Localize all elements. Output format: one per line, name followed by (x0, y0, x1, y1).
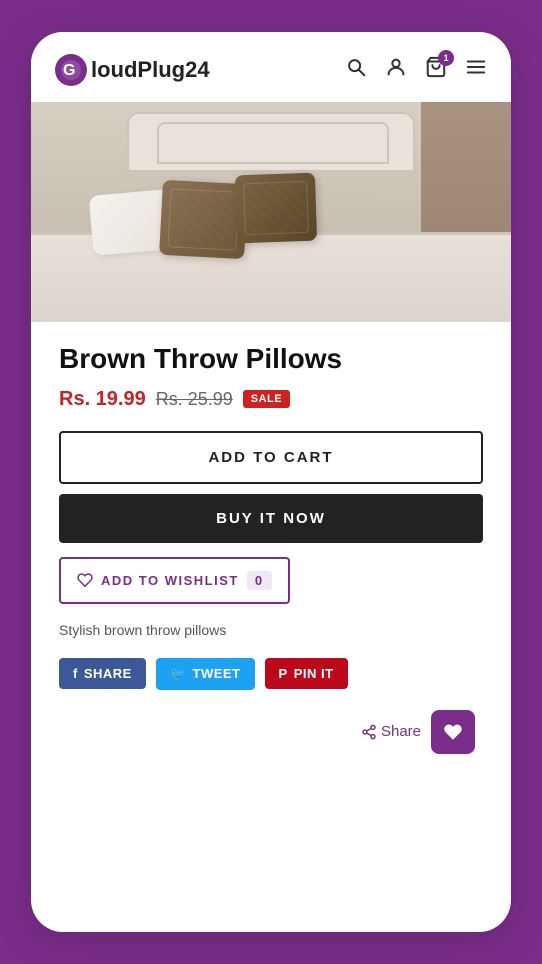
wishlist-count: 0 (247, 571, 272, 590)
phone-card: G loudPlug24 1 (31, 32, 511, 932)
price-original: Rs. 25.99 (156, 389, 233, 410)
price-row: Rs. 19.99 Rs. 25.99 SALE (59, 388, 483, 411)
product-description: Stylish brown throw pillows (59, 622, 483, 638)
menu-icon[interactable] (465, 56, 487, 84)
logo-icon: G (55, 54, 87, 86)
person-icon[interactable] (385, 56, 407, 84)
sale-badge: SALE (243, 390, 290, 408)
share-text: Share (361, 723, 421, 740)
pinterest-icon: P (279, 666, 288, 681)
share-label: Share (381, 723, 421, 740)
product-image (31, 102, 511, 322)
headboard (127, 112, 415, 172)
pillow-brown-2 (235, 173, 317, 244)
bed-scene (31, 102, 511, 322)
buy-it-now-button[interactable]: BUY IT NOW (59, 494, 483, 543)
add-to-wishlist-button[interactable]: ADD TO WISHLIST 0 (59, 557, 290, 604)
facebook-icon: f (73, 666, 78, 681)
pinterest-label: PIN IT (294, 666, 334, 681)
svg-text:G: G (63, 62, 75, 79)
share-pinterest-button[interactable]: P PIN IT (265, 658, 348, 689)
product-info: Brown Throw Pillows Rs. 19.99 Rs. 25.99 … (31, 322, 511, 754)
product-title: Brown Throw Pillows (59, 342, 483, 376)
bottom-share-row: Share (59, 710, 483, 754)
header-icons: 1 (345, 56, 487, 84)
price-current: Rs. 19.99 (59, 388, 146, 411)
logo-text: loudPlug24 (91, 57, 210, 83)
product-image-placeholder (31, 102, 511, 322)
add-to-cart-button[interactable]: ADD TO CART (59, 431, 483, 484)
wishlist-label: ADD TO WISHLIST (101, 573, 239, 588)
cart-icon[interactable]: 1 (425, 56, 447, 84)
twitter-label: TWEET (193, 666, 241, 681)
share-heart-button[interactable] (431, 710, 475, 754)
cart-badge: 1 (438, 50, 454, 66)
logo[interactable]: G loudPlug24 (55, 54, 210, 86)
facebook-label: SHARE (84, 666, 132, 681)
twitter-icon: 🐦 (170, 666, 187, 682)
share-twitter-button[interactable]: 🐦 TWEET (156, 658, 255, 690)
header: G loudPlug24 1 (31, 32, 511, 102)
social-share: f SHARE 🐦 TWEET P PIN IT (59, 658, 483, 690)
search-icon[interactable] (345, 56, 367, 84)
share-facebook-button[interactable]: f SHARE (59, 658, 146, 689)
